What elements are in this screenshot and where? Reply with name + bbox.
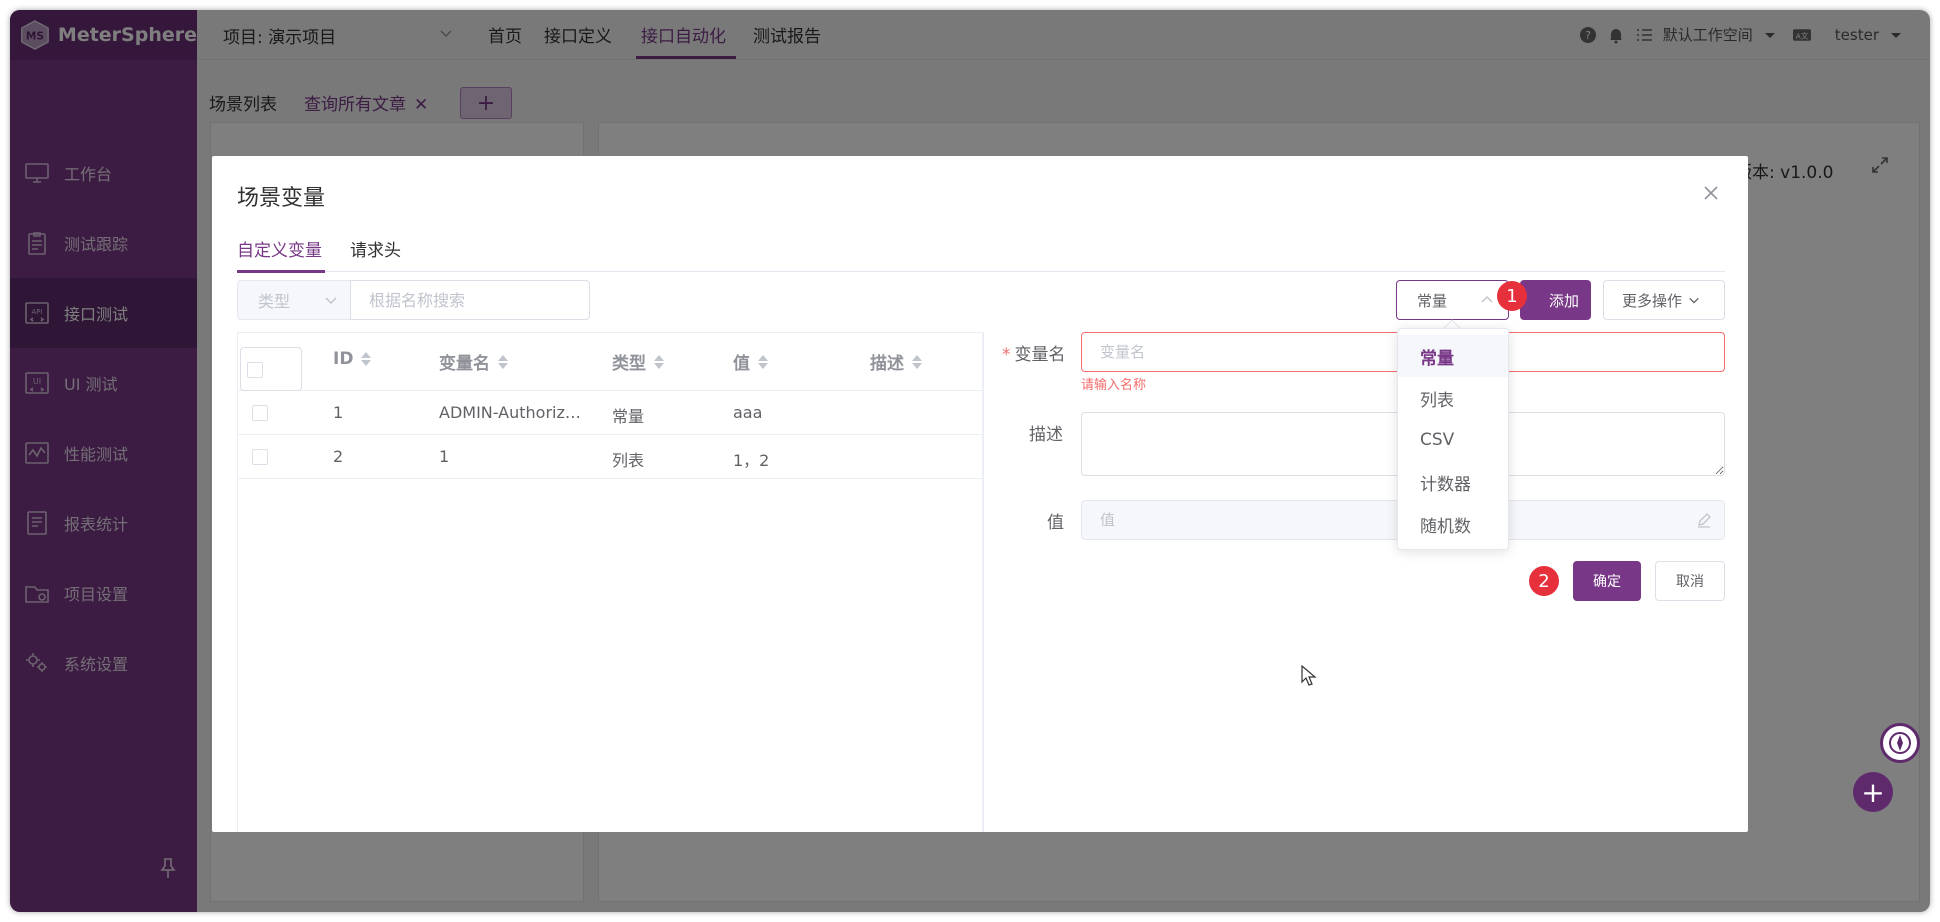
variables-table: ID 变量名 类型 值 描述 1 ADMIN-Authoriz… 常量 aaa … <box>237 332 983 832</box>
compass-icon <box>1889 732 1911 754</box>
cell-value: aaa <box>733 403 763 422</box>
cell-name: 1 <box>439 447 450 466</box>
table-row[interactable]: 1 ADMIN-Authoriz… 常量 aaa <box>238 391 982 435</box>
row-checkbox[interactable] <box>252 405 268 421</box>
dropdown-option-csv[interactable]: CSV <box>1398 419 1508 461</box>
var-name-label-text: 变量名 <box>1014 345 1066 365</box>
edit-icon[interactable] <box>1696 512 1712 528</box>
floating-add-button[interactable]: + <box>1853 772 1893 812</box>
plus-icon: + <box>1861 775 1885 809</box>
confirm-button[interactable]: 确定 <box>1573 561 1641 601</box>
dropdown-option-random[interactable]: 随机数 <box>1398 503 1508 545</box>
cell-type: 常量 <box>612 407 645 426</box>
app-window: MS MeterSphere 工作台 测试跟踪 API 接口测试 UI UI 测… <box>10 10 1930 912</box>
step-badge-1: 1 <box>1497 281 1527 311</box>
cell-type: 列表 <box>612 451 645 470</box>
required-asterisk: * <box>1002 345 1011 365</box>
scenario-variables-dialog: 场景变量 自定义变量 请求头 类型 常量 添加 更多操作 1 ID 变量名 <box>212 156 1748 832</box>
column-label: 变量名 <box>439 354 490 374</box>
add-type-value: 常量 <box>1417 291 1448 310</box>
sort-icon[interactable] <box>758 354 768 370</box>
column-label: 类型 <box>612 354 646 374</box>
close-icon[interactable] <box>1702 184 1720 202</box>
tab-custom-variables[interactable]: 自定义变量 <box>237 236 322 261</box>
add-type-select[interactable]: 常量 <box>1396 280 1509 320</box>
name-error-message: 请输入名称 <box>1081 378 1147 393</box>
cell-id: 1 <box>333 403 344 422</box>
cell-name: ADMIN-Authoriz… <box>439 403 581 422</box>
more-actions-label: 更多操作 <box>1622 291 1683 310</box>
description-label: 描述 <box>1029 425 1063 445</box>
dropdown-option-counter[interactable]: 计数器 <box>1398 461 1508 503</box>
cancel-button[interactable]: 取消 <box>1655 561 1725 601</box>
sort-icon[interactable] <box>654 354 664 370</box>
column-header-name[interactable]: 变量名 <box>439 349 508 374</box>
chevron-up-icon <box>1481 295 1493 303</box>
tab-request-headers[interactable]: 请求头 <box>350 236 401 261</box>
column-header-id[interactable]: ID <box>333 349 372 369</box>
column-label: 值 <box>733 354 750 374</box>
tab-divider <box>237 271 1725 272</box>
table-header: ID 变量名 类型 值 描述 <box>238 333 982 391</box>
column-header-type[interactable]: 类型 <box>612 349 664 374</box>
column-header-description[interactable]: 描述 <box>870 349 922 374</box>
search-input[interactable] <box>350 280 590 320</box>
value-label: 值 <box>1047 513 1064 533</box>
variable-type-dropdown: 常量 列表 CSV 计数器 随机数 <box>1397 328 1509 550</box>
compass-button[interactable] <box>1880 723 1920 763</box>
panel-divider <box>983 332 984 832</box>
sort-icon[interactable] <box>498 354 508 370</box>
sort-icon[interactable] <box>912 354 922 370</box>
add-variable-button[interactable]: 添加 <box>1520 280 1591 320</box>
type-filter-select[interactable]: 类型 <box>237 280 351 320</box>
dropdown-option-list[interactable]: 列表 <box>1398 377 1508 419</box>
chevron-down-icon <box>1689 297 1699 304</box>
more-actions-button[interactable]: 更多操作 <box>1603 280 1725 320</box>
sort-icon[interactable] <box>361 351 372 367</box>
column-label: 描述 <box>870 354 904 374</box>
cell-value: 1，2 <box>733 451 770 470</box>
mouse-cursor-icon <box>1301 665 1317 686</box>
cell-id: 2 <box>333 447 344 466</box>
var-name-label: * 变量名 <box>1002 340 1066 365</box>
row-checkbox[interactable] <box>252 449 268 465</box>
type-filter-placeholder: 类型 <box>258 292 291 311</box>
step-badge-2: 2 <box>1529 566 1559 596</box>
table-row[interactable]: 2 1 列表 1，2 <box>238 435 982 479</box>
tab-active-indicator <box>237 270 325 273</box>
column-label: ID <box>333 349 354 369</box>
column-header-value[interactable]: 值 <box>733 349 768 374</box>
dialog-title: 场景变量 <box>237 186 326 211</box>
dropdown-option-constant[interactable]: 常量 <box>1398 335 1508 377</box>
select-all-checkbox[interactable] <box>247 362 263 378</box>
chevron-down-icon <box>325 297 337 305</box>
